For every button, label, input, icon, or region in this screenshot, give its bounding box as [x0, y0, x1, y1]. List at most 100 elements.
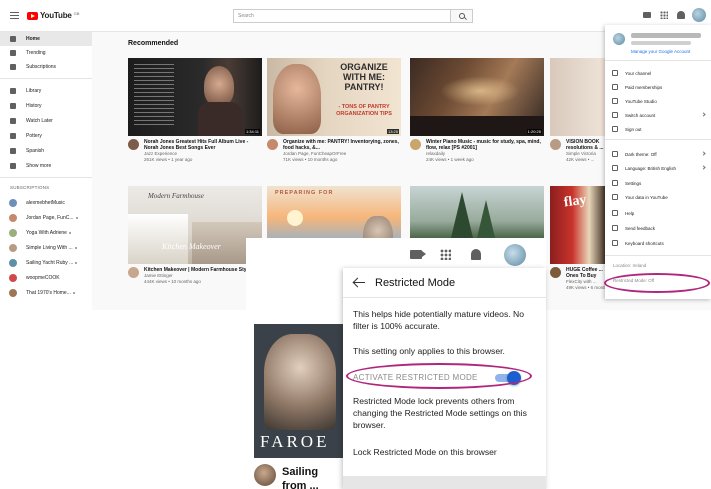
sidebar-item-watch-later[interactable]: Watch Later — [0, 114, 92, 128]
sidebar-item-label: Show more — [26, 163, 52, 169]
playlist-icon — [10, 133, 16, 139]
menu-item-send-feedback[interactable]: Send feedback — [605, 222, 711, 234]
channel-avatar — [9, 244, 17, 252]
video-title[interactable]: HUGE Coffee ... Ones To Buy — [566, 267, 606, 279]
video-thumbnail[interactable]: FAROE — [254, 324, 344, 458]
account-name-redacted — [631, 33, 701, 38]
avatar[interactable] — [504, 244, 526, 266]
menu-item-sign-out[interactable]: Sign out — [605, 123, 711, 135]
video-title[interactable]: Winter Piano Music - music for study, sp… — [426, 139, 544, 151]
menu-item-keyboard-shortcuts[interactable]: Keyboard shortcuts — [605, 237, 711, 249]
sidebar-item-pottery[interactable]: Pottery — [0, 129, 92, 143]
menu-item-language[interactable]: Language: British English — [605, 162, 711, 174]
restricted-mode-description: This helps hide potentially mature video… — [353, 309, 525, 331]
channel-avatar[interactable] — [410, 139, 421, 150]
video-title[interactable]: Organize with me: PANTRY! Inventorying, … — [283, 139, 401, 151]
video-thumbnail[interactable]: 1:20:25 — [410, 58, 544, 136]
create-video-icon[interactable] — [643, 12, 651, 18]
sidebar-item-show-more[interactable]: Show more — [0, 159, 92, 173]
sidebar-item-label: Home — [26, 36, 40, 42]
video-title[interactable]: Sailing from ... Islands — [282, 465, 344, 489]
browser-only-note: This setting only applies to this browse… — [353, 346, 505, 356]
subscription-item[interactable]: That 1970's Home... — [0, 286, 92, 300]
dollar-icon — [612, 84, 618, 90]
subscription-item[interactable]: Sailing Yacht Ruby ... — [0, 256, 92, 270]
person-icon — [612, 70, 618, 76]
channel-avatar — [9, 289, 17, 297]
sidebar-item-subscriptions[interactable]: Subscriptions — [0, 60, 92, 74]
menu-item-your-channel[interactable]: Your channel — [605, 67, 711, 79]
video-card[interactable]: VISION BOOK resolutions & ... Simple Vic… — [550, 58, 606, 162]
video-thumbnail[interactable]: Modern Farmhouse Kitchen Makeover — [128, 186, 262, 264]
menu-item-your-data[interactable]: Your data in YouTube — [605, 191, 711, 203]
video-card[interactable]: flay HUGE Coffee ... Ones To Buy FlexCit… — [550, 186, 606, 290]
video-thumbnail[interactable] — [550, 58, 606, 136]
avatar[interactable] — [692, 8, 706, 22]
menu-item-paid-memberships[interactable]: Paid memberships — [605, 81, 711, 93]
sidebar-item-library[interactable]: Library — [0, 84, 92, 98]
logo-region: GB — [73, 11, 80, 16]
create-video-icon[interactable] — [410, 250, 426, 259]
lights-glow — [440, 76, 520, 106]
menu-item-help[interactable]: Help — [605, 207, 711, 219]
video-thumbnail[interactable]: ORGANIZE WITH ME: PANTRY! - TONS OF PANT… — [267, 58, 401, 136]
subscription-item[interactable]: Simple Living With ... — [0, 241, 92, 255]
notifications-bell-icon[interactable] — [677, 11, 685, 19]
youtube-logo[interactable]: YouTube GB — [27, 11, 79, 20]
channel-avatar[interactable] — [128, 139, 139, 150]
channel-avatar[interactable] — [128, 267, 139, 278]
channel-avatar[interactable] — [550, 139, 561, 150]
subscription-item[interactable]: Jordan Page, FunC... — [0, 211, 92, 225]
notifications-bell-icon[interactable] — [471, 249, 481, 260]
menu-item-label: Your channel — [625, 70, 652, 76]
apps-grid-icon[interactable] — [660, 11, 668, 19]
home-icon — [10, 36, 16, 42]
menu-item-switch-account[interactable]: Switch account — [605, 109, 711, 121]
sidebar-item-spanish[interactable]: Spanish — [0, 144, 92, 158]
menu-item-label: YouTube Studio — [625, 98, 657, 104]
lock-restricted-mode-link[interactable]: Lock Restricted Mode on this browser — [353, 446, 539, 458]
menu-item-dark-theme[interactable]: Dark theme: Off — [605, 148, 711, 160]
playlist-icon — [10, 148, 16, 154]
video-card[interactable]: 1:34:11 Norah Jones Greatest Hits Full A… — [128, 58, 262, 162]
restricted-mode-setting[interactable]: Restricted Mode: Off — [613, 278, 654, 283]
lock-description: Restricted Mode lock prevents others fro… — [353, 396, 527, 430]
subscription-label: Sailing Yacht Ruby ... — [26, 260, 74, 266]
help-icon — [612, 210, 618, 216]
video-card[interactable]: 1:20:25 Winter Piano Music - music for s… — [410, 58, 544, 162]
sidebar-item-home[interactable]: Home — [0, 32, 92, 46]
sidebar-item-label: Library — [26, 88, 42, 94]
search-button[interactable] — [451, 9, 473, 23]
channel-avatar[interactable] — [254, 464, 276, 486]
hamburger-menu-icon[interactable] — [10, 12, 19, 19]
sidebar-item-history[interactable]: History — [0, 99, 92, 113]
menu-item-youtube-studio[interactable]: YouTube Studio — [605, 95, 711, 107]
video-card[interactable]: ORGANIZE WITH ME: PANTRY! - TONS OF PANT… — [267, 58, 401, 162]
search-input[interactable]: Search — [233, 9, 451, 23]
video-thumbnail[interactable]: 1:34:11 — [128, 58, 262, 136]
subscription-item[interactable]: woopmeCOOK — [0, 271, 92, 285]
manage-account-link[interactable]: Manage your Google Account — [631, 49, 690, 54]
video-title[interactable]: Norah Jones Greatest Hits Full Album Liv… — [144, 139, 262, 151]
sidebar-item-trending[interactable]: Trending — [0, 46, 92, 60]
channel-avatar[interactable] — [267, 139, 278, 150]
panel-footer-bar — [343, 476, 546, 489]
subscription-label: Simple Living With ... — [26, 245, 73, 251]
menu-item-settings[interactable]: Settings — [605, 177, 711, 189]
panel-title: Restricted Mode — [375, 277, 456, 289]
video-thumbnail[interactable]: flay — [550, 186, 606, 264]
video-card[interactable]: Modern Farmhouse Kitchen Makeover Kitche… — [128, 186, 262, 284]
flame-icon — [10, 50, 16, 56]
logo-text: YouTube — [40, 11, 72, 20]
channel-avatar — [9, 229, 17, 237]
new-content-dot — [75, 262, 78, 264]
channel-avatar[interactable] — [550, 267, 561, 278]
menu-item-label: Paid memberships — [625, 84, 663, 90]
location-setting[interactable]: Location: Ireland — [613, 263, 646, 268]
apps-grid-icon[interactable] — [440, 249, 451, 260]
back-arrow-icon[interactable] — [353, 278, 365, 288]
subscription-item[interactable]: alexmebhetMusic — [0, 196, 92, 210]
restricted-mode-toggle[interactable] — [493, 371, 521, 385]
subscription-item[interactable]: Yoga With Adriene — [0, 226, 92, 240]
video-title[interactable]: VISION BOOK resolutions & ... — [566, 139, 606, 151]
